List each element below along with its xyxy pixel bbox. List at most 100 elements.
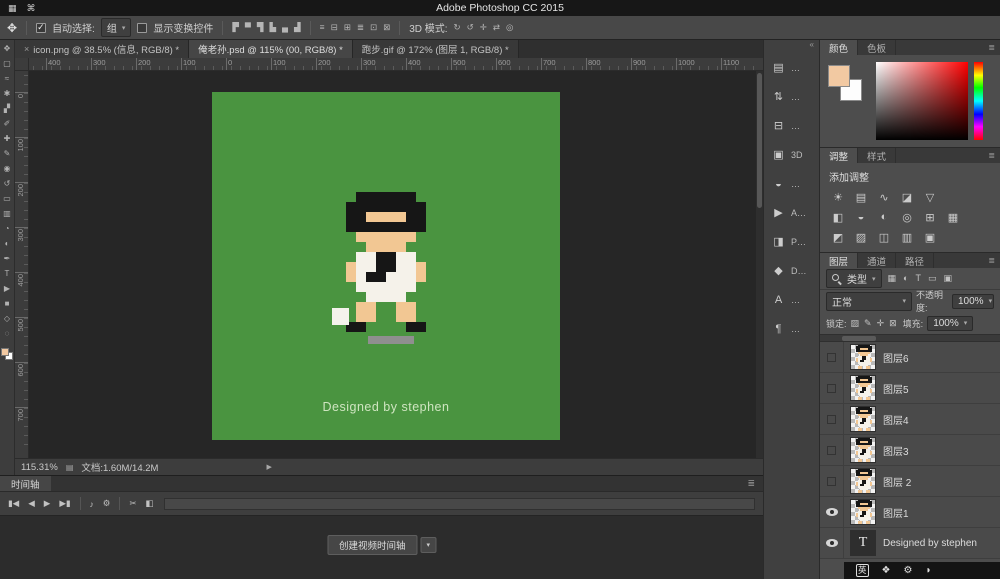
status-menu-arrow-icon[interactable]: ▶ [266,463,271,471]
layers-tab-layers[interactable]: 图层 [820,253,858,268]
dock-styles[interactable]: ◆D… [764,256,819,285]
auto-select-target-dropdown[interactable]: 组 [101,18,132,37]
dock-actions[interactable]: ▶A… [764,198,819,227]
lock-transparent-pixels-icon[interactable]: ▨ [851,318,860,329]
layer-thumbnail[interactable] [850,468,876,494]
layer-row-0[interactable]: 图层6 [820,342,1000,373]
filter-pixel-layers-icon[interactable]: ▦ [888,273,897,284]
black-white-icon[interactable]: ◐ [875,209,893,225]
align-top-edges-icon[interactable]: ▙ [269,22,276,33]
healing-brush-tool[interactable]: ✚ [4,135,11,143]
gradient-map-icon[interactable]: ▥ [898,229,916,245]
distribute-h-centers-icon[interactable]: ⊡ [370,22,377,33]
dodge-tool[interactable]: ◐ [5,240,10,248]
dock-paragraph[interactable]: ¶… [764,314,819,343]
timeline-track[interactable] [164,498,755,510]
align-left-edges-icon[interactable]: ▛ [232,22,239,33]
curves-icon[interactable]: ∿ [875,189,893,205]
3d-scale-icon[interactable]: ◎ [506,22,513,33]
layer-thumbnail[interactable] [850,406,876,432]
dock-expand-arrows-icon[interactable]: « [764,40,819,53]
3d-roll-icon[interactable]: ↺ [467,22,474,33]
pen-tool[interactable]: ✒ [4,255,11,263]
next-frame-button[interactable]: ▶▮ [59,498,70,509]
document-tab-1[interactable]: 俺老孙.psd @ 115% (00, RGB/8) * [189,40,353,58]
layer-visibility-toggle[interactable] [820,528,844,558]
auto-select-checkbox[interactable] [36,23,46,33]
blur-tool[interactable]: ◔ [5,225,10,233]
eraser-tool[interactable]: ▭ [3,195,11,203]
filter-shape-layers-icon[interactable]: ▭ [928,273,937,284]
vibrance-icon[interactable]: ▽ [921,189,939,205]
foreground-color-swatch[interactable] [828,65,850,87]
threshold-icon[interactable]: ◫ [875,229,893,245]
dock-navigator[interactable]: ⊟… [764,111,819,140]
color-balance-icon[interactable]: ◒ [852,209,870,225]
gradient-tool[interactable]: ▥ [3,210,11,218]
photo-filter-icon[interactable]: ◎ [898,209,916,225]
lock-image-pixels-icon[interactable]: ✎ [864,318,872,329]
color-lookup-icon[interactable]: ▦ [944,209,962,225]
adjustments-tab-styles[interactable]: 样式 [858,148,896,163]
lock-all-icon[interactable]: ⊠ [889,318,897,329]
dock-properties[interactable]: ◨P… [764,227,819,256]
color-tab-swatches[interactable]: 色板 [858,40,896,55]
color-tab-color[interactable]: 颜色 [820,40,858,55]
distribute-bottom-icon[interactable]: ⊞ [344,22,351,33]
selective-color-icon[interactable]: ▣ [921,229,939,245]
canvas-area[interactable]: 0100200300400500600700 Designed by steph… [15,71,763,458]
distribute-top-icon[interactable]: ≡ [320,22,325,33]
layer-visibility-toggle[interactable] [820,342,844,372]
toolbar-color-swatches[interactable] [1,348,13,360]
history-brush-tool[interactable]: ↺ [4,180,11,188]
layer-row-1[interactable]: 图层5 [820,373,1000,404]
dock-materials[interactable]: ◒… [764,169,819,198]
canvas-vertical-scrollbar[interactable] [756,71,763,458]
brush-tool[interactable]: ✎ [4,150,11,158]
input-more[interactable]: ◗ [925,565,931,576]
filter-type-layers-icon[interactable]: T [915,273,921,284]
invert-icon[interactable]: ◩ [829,229,847,245]
layer-visibility-toggle[interactable] [820,373,844,403]
layers-tab-paths[interactable]: 路径 [896,253,934,268]
zoom-tool[interactable]: ◌ [5,330,10,338]
layer-thumbnail[interactable] [850,344,876,370]
align-v-centers-icon[interactable]: ▄ [282,22,288,33]
adjustments-panel-menu-icon[interactable]: ≣ [988,148,1000,163]
document-tab-0[interactable]: ×icon.png @ 38.5% (信息, RGB/8) * [15,40,189,58]
align-bottom-edges-icon[interactable]: ▟ [294,22,301,33]
type-tool[interactable]: T [5,270,10,278]
dock-histogram[interactable]: ⇅… [764,82,819,111]
layers-tab-channels[interactable]: 通道 [858,253,896,268]
first-frame-button[interactable]: ▮◀ [8,498,19,509]
hue-saturation-icon[interactable]: ◧ [829,209,847,225]
color-panel-menu-icon[interactable]: ≣ [988,40,1000,55]
adjustments-tab-adjustments[interactable]: 调整 [820,148,858,163]
path-select-tool[interactable]: ▶ [4,285,10,293]
timeline-menu-icon[interactable]: ≣ [747,478,755,489]
input-source-english[interactable]: 英 [856,564,869,576]
brightness-contrast-icon[interactable]: ☀ [829,189,847,205]
dock-3d[interactable]: ▣3D [764,140,819,169]
3d-rotate-icon[interactable]: ↻ [454,22,461,33]
distribute-left-icon[interactable]: ≣ [357,22,364,33]
input-settings[interactable]: ⚙ [903,565,912,576]
marquee-tool[interactable]: ▢ [3,60,11,68]
create-video-timeline-button[interactable]: 创建视频时间轴 [327,535,418,555]
distribute-right-icon[interactable]: ⊠ [383,22,390,33]
create-timeline-dropdown-arrow[interactable]: ▾ [421,537,437,553]
blend-mode-dropdown[interactable]: 正常 [826,292,912,311]
opacity-dropdown[interactable]: 100% [952,294,994,309]
document-tab-2[interactable]: 跑步.gif @ 172% (图层 1, RGB/8) * [353,40,519,58]
layer-row-2[interactable]: 图层4 [820,404,1000,435]
fill-dropdown[interactable]: 100% [927,316,973,331]
layer-row-5[interactable]: 图层1 [820,497,1000,528]
layer-visibility-toggle[interactable] [820,466,844,496]
exposure-icon[interactable]: ◪ [898,189,916,205]
filter-adjustment-layers-icon[interactable]: ◐ [903,273,908,284]
dock-character[interactable]: A… [764,285,819,314]
scrollbar-thumb[interactable] [757,73,762,208]
foreground-color-swatch[interactable] [1,348,9,356]
crop-tool[interactable]: ▞ [4,105,10,113]
shape-tool[interactable]: ■ [5,300,10,308]
